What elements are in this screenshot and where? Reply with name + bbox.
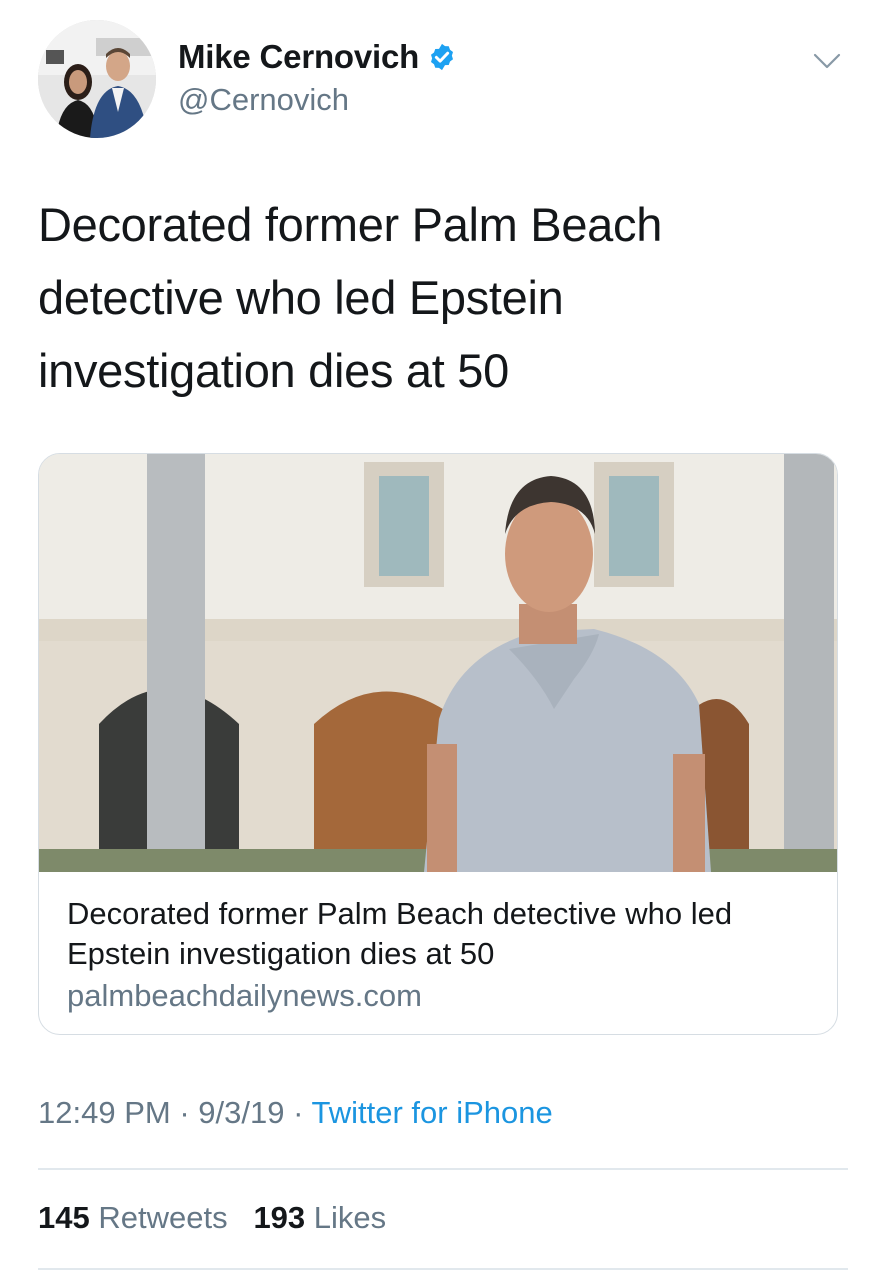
retweets-stat[interactable]: 145 Retweets <box>38 1200 228 1235</box>
tweet-date[interactable]: 9/3/19 <box>198 1095 284 1130</box>
retweets-label: Retweets <box>98 1200 228 1235</box>
tweet-header: Mike Cernovich @Cernovich <box>38 20 848 140</box>
likes-stat[interactable]: 193 Likes <box>253 1200 386 1235</box>
meta-separator: · <box>179 1095 190 1130</box>
card-title: Decorated former Palm Beach detective wh… <box>67 896 733 971</box>
user-handle[interactable]: @Cernovich <box>178 82 349 118</box>
divider <box>38 1168 848 1170</box>
card-image <box>39 454 837 872</box>
verified-badge-icon <box>431 43 454 71</box>
divider-bottom <box>38 1268 848 1270</box>
tweet-text: Decorated former Palm Beach detective wh… <box>38 198 663 397</box>
chevron-down-icon[interactable] <box>812 50 842 72</box>
tweet-meta: 12:49 PM · 9/3/19 · Twitter for iPhone <box>38 1095 553 1131</box>
likes-label: Likes <box>313 1200 387 1235</box>
retweets-count: 145 <box>38 1200 90 1235</box>
display-name[interactable]: Mike Cernovich <box>178 38 419 76</box>
tweet-time[interactable]: 12:49 PM <box>38 1095 171 1130</box>
avatar[interactable] <box>38 20 156 138</box>
card-domain: palmbeachdailynews.com <box>67 978 422 1013</box>
tweet-source-link[interactable]: Twitter for iPhone <box>312 1095 553 1130</box>
meta-separator-2: · <box>293 1095 304 1130</box>
avatar-image <box>38 20 156 138</box>
name-row: Mike Cernovich <box>178 38 457 76</box>
tweet-stats: 145 Retweets 193 Likes <box>38 1200 386 1236</box>
link-card[interactable]: Decorated former Palm Beach detective wh… <box>38 453 838 1035</box>
card-body: Decorated former Palm Beach detective wh… <box>67 894 817 1016</box>
likes-count: 193 <box>253 1200 306 1235</box>
